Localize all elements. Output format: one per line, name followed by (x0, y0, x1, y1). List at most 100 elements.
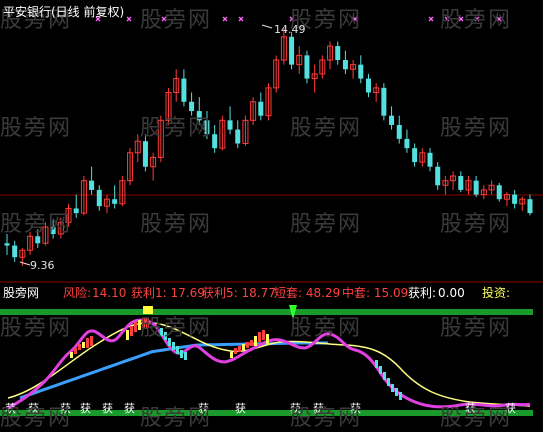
histogram-bar (126, 330, 129, 340)
candle-body (365, 78, 371, 93)
histogram-bar (250, 340, 253, 346)
signal-glyph: 获 (235, 402, 246, 415)
watermark: 股旁网 (0, 316, 73, 341)
histogram-bar (180, 350, 183, 358)
histogram-bar (387, 378, 390, 386)
histogram-bar (78, 344, 81, 350)
histogram-bar (246, 342, 249, 348)
profit-label: 获利: (408, 286, 437, 300)
short-trap-readout: 短套: 48.29 (274, 286, 341, 300)
candle-body (12, 245, 18, 258)
chart-stage: 获获获获获获获获获获获获获 股旁网 股旁网 股旁网 股旁网 股旁网 股旁网 股旁… (0, 0, 543, 431)
indicator-name: 股旁网 (3, 286, 40, 300)
signal-marker (126, 16, 132, 22)
histogram-bar (242, 344, 245, 350)
mid-trap-readout: 中套: 15.09 (342, 286, 409, 300)
watermark: 股旁网 (290, 406, 363, 431)
histogram-bar (234, 348, 237, 354)
watermark: 股旁网 (140, 212, 213, 237)
histogram-bar (395, 388, 398, 396)
candle-body (396, 124, 402, 139)
histogram-bar (266, 334, 269, 344)
histogram-bar (262, 330, 265, 340)
candle-body (235, 129, 241, 144)
histogram-bar (134, 322, 137, 332)
candle-body (512, 194, 518, 204)
histogram-bar (238, 346, 241, 352)
candle-body (412, 148, 418, 163)
watermark: 股旁网 (0, 406, 73, 431)
histogram-bar (130, 326, 133, 336)
candle-body (427, 152, 433, 167)
candle-body (4, 243, 10, 246)
candle-body (96, 189, 102, 207)
histogram-bar (172, 342, 175, 350)
profit1-readout: 获利1: 17.69 (131, 286, 205, 300)
candle-body (435, 166, 441, 186)
candle-body (496, 185, 502, 200)
profit5-readout: 获利5: 18.77 (202, 286, 276, 300)
watermark: 股旁网 (140, 316, 213, 341)
candle-body (342, 60, 348, 70)
candle-body (304, 55, 310, 79)
watermark: 股旁网 (140, 8, 213, 33)
candle-body (458, 175, 464, 190)
signal-marker (238, 16, 244, 22)
watermark: 股旁网 (440, 212, 513, 237)
candle-body (73, 208, 79, 214)
high-price-label: 14.49 (274, 23, 306, 36)
signal-glyph: 获 (102, 402, 113, 415)
low-price-label: 9.36 (30, 259, 55, 272)
signal-marker (222, 16, 228, 22)
watermark: 股旁网 (440, 8, 513, 33)
histogram-bar (399, 392, 402, 400)
candle-body (389, 115, 395, 125)
histogram-bar (375, 360, 378, 368)
candle-body (258, 101, 264, 116)
watermark: 股旁网 (290, 212, 363, 237)
candle-body (404, 138, 410, 149)
histogram-bar (74, 348, 77, 354)
histogram-bar (184, 352, 187, 360)
risk-label: 风险: (63, 286, 92, 300)
candle-body (381, 87, 387, 116)
candle-body (358, 64, 364, 79)
signal-glyph: 获 (80, 402, 91, 415)
watermark: 股旁网 (0, 116, 73, 141)
histogram-bar (70, 352, 73, 358)
candle-body (527, 199, 533, 214)
low-pointer (19, 261, 31, 266)
histogram-bar (230, 352, 233, 358)
histogram-bar (379, 366, 382, 374)
candle-body (289, 36, 295, 65)
histogram-bar (258, 332, 261, 342)
candle-body (142, 141, 148, 167)
watermark: 股旁网 (440, 316, 513, 341)
histogram-bar (254, 336, 257, 346)
histogram-bar (90, 336, 93, 346)
candle-body (227, 120, 233, 130)
candle-body (181, 78, 187, 102)
watermark: 股旁网 (290, 116, 363, 141)
watermark: 股旁网 (440, 406, 513, 431)
watermark: 股旁网 (140, 116, 213, 141)
chart-title: 平安银行(日线 前复权) (3, 5, 125, 19)
watermark: 股旁网 (140, 406, 213, 431)
profit-value: 0.00 (438, 286, 465, 300)
candle-body (335, 46, 341, 61)
histogram-bar (383, 372, 386, 380)
invest-label: 投资: (482, 286, 511, 300)
watermark: 股旁网 (440, 116, 513, 141)
histogram-bar (176, 346, 179, 354)
signal-marker (428, 16, 434, 22)
candle-body (473, 180, 479, 195)
risk-value: 14.10 (92, 286, 127, 300)
watermark: 股旁网 (0, 212, 73, 237)
histogram-bar (391, 384, 394, 392)
histogram-bar (86, 338, 89, 348)
candle-body (89, 180, 95, 190)
candle-body (212, 134, 218, 149)
candle-body (112, 199, 118, 204)
high-pointer (261, 24, 273, 29)
histogram-bar (82, 342, 85, 348)
